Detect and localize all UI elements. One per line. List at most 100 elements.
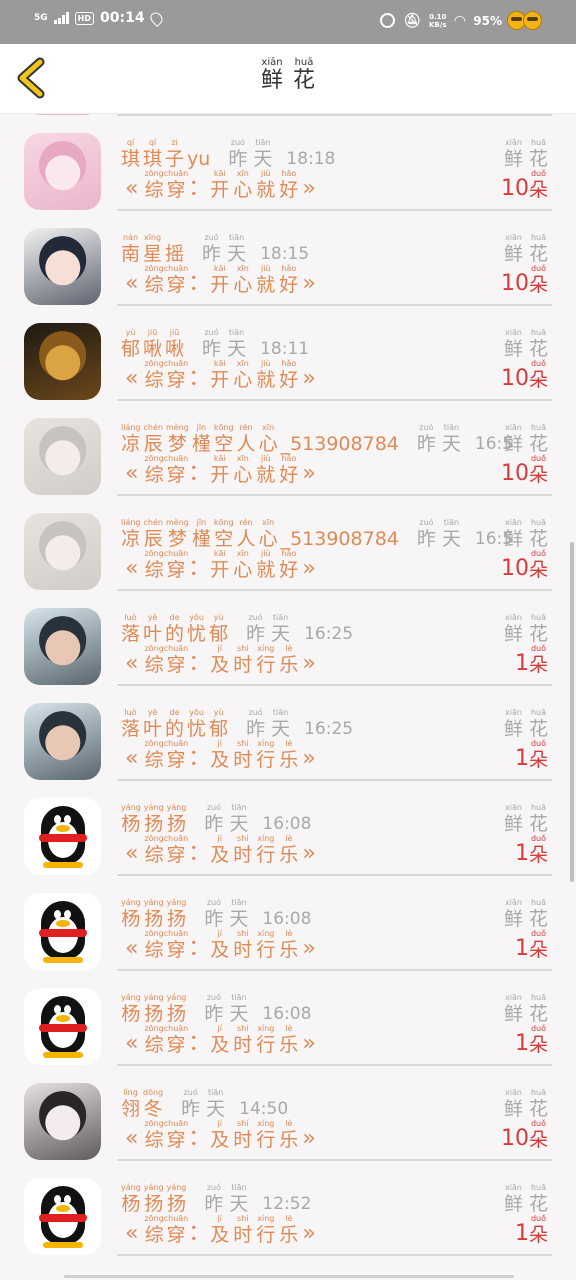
flower-count: 1 duǒ 朵 [515, 1024, 548, 1056]
hanzi: 扬 [144, 908, 164, 930]
hanzi: 辰 [143, 433, 163, 455]
name-char: líng 翎 [121, 1088, 140, 1120]
pinyin: mèng [165, 423, 189, 432]
quote-close: » [302, 841, 316, 866]
pinyin: lè [285, 644, 293, 653]
book-char: kāi 开 [210, 264, 229, 296]
book-char: xíng 行 [256, 834, 275, 866]
list-item[interactable]: liáng 凉 chén 辰 mèng 梦 jǐn 槿 kōng 空 rén 人 xīn 心 _513908… [0, 496, 576, 591]
avatar[interactable] [24, 988, 101, 1065]
pinyin: nán [122, 233, 139, 242]
pinyin: xīn [236, 264, 249, 273]
date-char: tiān 天 [442, 518, 461, 550]
pinyin: tiān [231, 1183, 247, 1192]
avatar[interactable] [24, 1083, 101, 1160]
flower-unit: duǒ 朵 [529, 739, 548, 771]
list-item[interactable]: nán 南 xīng 星摇 zuó 昨 tiān 天 18:15 xiān 鲜 huā 花 « zōng 综 c… [0, 211, 576, 306]
avatar[interactable] [24, 133, 101, 210]
avatar[interactable] [24, 114, 101, 115]
name-char: yáng 杨 [121, 803, 141, 835]
title-char: xiān 鲜 [261, 58, 283, 94]
sender-name: yáng 杨 yáng 扬 yáng 扬 [121, 898, 186, 930]
list-item[interactable]: yáng 杨 yáng 扬 yáng 扬 zuó 昨 tiān 天 16:08 xiān 鲜 huā 花 «z… [0, 781, 576, 876]
pinyin: zuó [183, 1088, 198, 1097]
pinyin: lè [285, 1119, 293, 1128]
hanzi: 综 [144, 749, 164, 771]
avatar[interactable] [24, 1178, 101, 1255]
flower-char: xiān 鲜 [504, 423, 523, 455]
penguin-eye [64, 1005, 71, 1014]
book-title[interactable]: «zōng 综 chuān 穿： jí 及 shí 时 xíng 行 lè 乐» [125, 644, 316, 676]
hanzi: 扬 [144, 813, 164, 835]
list-item[interactable]: liáng 凉 chén 辰 mèng 梦 jǐn 槿 kōng 空 rén 人 xīn 心 _513908… [0, 401, 576, 496]
quote-open: « [125, 176, 139, 201]
book-title[interactable]: «zōng 综 chuān 穿： jí 及 shí 时 xíng 行 lè 乐» [125, 1024, 316, 1056]
signal-icon [53, 12, 69, 24]
list-item[interactable]: líng 翎 dōng 冬 zuó 昨 tiān 天 14:50 xiān 鲜 huā 花 « zōng 综 c… [0, 1066, 576, 1161]
colon: ： [188, 461, 211, 486]
book-title[interactable]: «zōng 综 chuān 穿： kāi 开 xīn 心 jiù 就 hǎo 好» [125, 264, 316, 296]
book-title[interactable]: «zōng 综 chuān 穿： kāi 开 xīn 心 jiù 就 hǎo 好» [125, 169, 316, 201]
hanzi: 朵 [528, 559, 548, 581]
avatar[interactable] [24, 418, 101, 495]
pinyin: duǒ [530, 644, 547, 653]
name-char: yè 叶 [143, 613, 162, 645]
book-title[interactable]: «zōng 综 chuān 穿： jí 及 shí 时 xíng 行 lè 乐» [125, 929, 316, 961]
list-item[interactable]: yáng 杨 yáng 扬 yáng 扬 zuó 昨 tiān 天 12:52 xiān 鲜 huā 花 «z… [0, 1161, 576, 1256]
avatar[interactable] [24, 323, 101, 400]
pinyin: huā [530, 1088, 547, 1097]
hanzi: 朵 [528, 939, 548, 961]
home-indicator[interactable] [64, 1275, 514, 1278]
pinyin: xíng [257, 644, 275, 653]
avatar[interactable] [24, 703, 101, 780]
pinyin: tiān [207, 1088, 224, 1097]
list-item[interactable]: luò 落 yè 叶 de 的 yōu 忧 yù 郁 zuó 昨 tiān 天 16:25 xiān 鲜 huā 花… [0, 686, 576, 781]
flower-list[interactable]: «zōng综chuān穿：kāi开xīn心jiù就hǎo好»10duǒ朵qí琪q… [0, 114, 576, 1280]
book-title[interactable]: «zōng 综 chuān 穿： jí 及 shí 时 xíng 行 lè 乐» [125, 739, 316, 771]
hanzi: 鲜 [503, 623, 523, 645]
avatar[interactable] [24, 513, 101, 590]
hanzi: 心 [233, 369, 253, 391]
sender-name-suffix: _513908784 [280, 433, 399, 455]
book-title[interactable]: «zōng 综 chuān 穿： kāi 开 xīn 心 jiù 就 hǎo 好» [125, 549, 316, 581]
list-item[interactable]: luò 落 yè 叶 de 的 yōu 忧 yù 郁 zuó 昨 tiān 天 16:25 xiān 鲜 huā 花… [0, 591, 576, 686]
hanzi: 空 [214, 433, 234, 455]
quote-close: » [302, 936, 316, 961]
sender-line: yù 郁 jiū 啾 jiū 啾 zuó 昨 tiān 天 18:11 [121, 328, 309, 360]
list-item[interactable]: yáng 杨 yáng 扬 yáng 扬 zuó 昨 tiān 天 16:08 xiān 鲜 huā 花 «z… [0, 971, 576, 1066]
pinyin: kāi [213, 264, 226, 273]
pinyin: lè [285, 929, 293, 938]
book-title[interactable]: «zōng 综 chuān 穿： kāi 开 xīn 心 jiù 就 hǎo 好» [125, 454, 316, 486]
pinyin: jí [217, 929, 222, 938]
pinyin: hǎo [281, 264, 297, 273]
book-title[interactable]: «zōng 综 chuān 穿： jí 及 shí 时 xíng 行 lè 乐» [125, 1119, 316, 1151]
hanzi: 穿 [166, 749, 186, 771]
flower-label: xiān 鲜 huā 花 [504, 518, 548, 550]
hanzi: 鲜 [503, 528, 523, 550]
avatar[interactable] [24, 608, 101, 685]
scrollbar[interactable] [570, 542, 574, 882]
list-item[interactable]: qí 琪 qí 琪 zi 子 yu zuó 昨 tiān 天 18:18 xiān 鲜 huā 花 «zōng 综… [0, 116, 576, 211]
book-char: jiù 就 [256, 549, 275, 581]
status-bar: 5G HD 00:14 🔕︎ 0.10 KB/s ◠ 95% [0, 0, 576, 44]
avatar[interactable] [24, 228, 101, 305]
avatar[interactable] [24, 893, 101, 970]
book-title[interactable]: «zōng 综 chuān 穿： jí 及 shí 时 xíng 行 lè 乐» [125, 1214, 316, 1246]
avatar[interactable] [24, 798, 101, 875]
pinyin: zi [171, 138, 178, 147]
book-title[interactable]: «zōng 综 chuān 穿： jí 及 shí 时 xíng 行 lè 乐» [125, 834, 316, 866]
list-item[interactable]: yù 郁 jiū 啾 jiū 啾 zuó 昨 tiān 天 18:11 xiān 鲜 huā 花 «zōng 综… [0, 306, 576, 401]
book-char: chuān 穿 [164, 264, 189, 296]
book-title[interactable]: «zōng 综 chuān 穿： kāi 开 xīn 心 jiù 就 hǎo 好» [125, 359, 316, 391]
name-char: yè 叶 [143, 708, 162, 740]
pinyin: zōng [144, 1214, 164, 1223]
name-char: nán 南 [121, 233, 140, 265]
network-type: 5G [34, 12, 48, 23]
date-label: zuó 昨 tiān 天 [204, 1183, 248, 1215]
hanzi: 及 [210, 1224, 230, 1246]
hanzi: 综 [144, 369, 164, 391]
list-item[interactable]: yáng 杨 yáng 扬 yáng 扬 zuó 昨 tiān 天 16:08 xiān 鲜 huā 花 «z… [0, 876, 576, 971]
name-char: yōu 忧 [187, 708, 206, 740]
book-char: jiù 就 [256, 454, 275, 486]
flower-label: xiān 鲜 huā 花 [504, 138, 548, 170]
